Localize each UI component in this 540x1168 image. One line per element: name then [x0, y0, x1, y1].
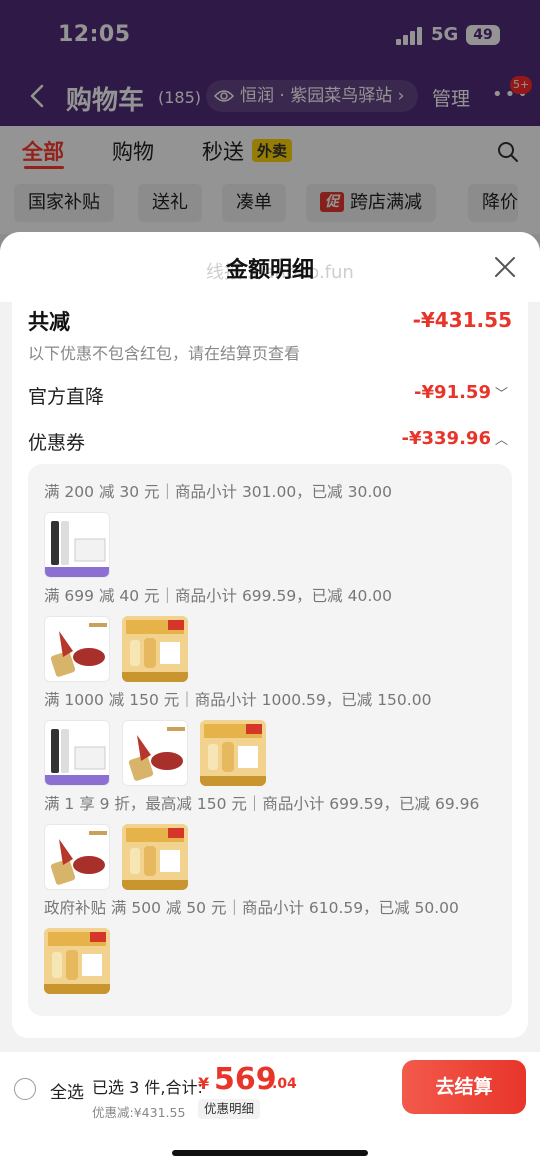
official-discount-row[interactable]: -¥91.59 ﹀ [414, 382, 508, 403]
discount-card: 共减 -¥431.55 以下优惠不包含红包，请在结算页查看 官方直降 -¥91.… [12, 302, 528, 1038]
checkout-button[interactable]: 去结算 [402, 1060, 526, 1114]
select-all-checkbox[interactable] [14, 1078, 36, 1100]
amount-detail-sheet: 线报 xianbao.fun 金额明细 共减 -¥431.55 以下优惠不包含红… [0, 232, 540, 1168]
product-thumbnail-lipstick[interactable] [44, 824, 110, 890]
coupon-rules: 满 200 减 30 元｜商品小计 301.00，已减 30.00 满 699 减… [28, 464, 512, 1016]
product-thumbnail-gift-box[interactable] [200, 720, 266, 786]
selected-summary: 已选 3 件,合计: [92, 1078, 203, 1097]
discount-note: 以下优惠不包含红包，请在结算页查看 [28, 344, 301, 363]
product-thumbnail-lipstick[interactable] [122, 720, 188, 786]
coupon-label: 优惠券 [28, 432, 86, 454]
coupon-row[interactable]: -¥339.96 ︿ [402, 428, 508, 449]
total-discount-label: 共减 [28, 310, 70, 334]
product-thumbnail-gift-box[interactable] [122, 824, 188, 890]
sheet-title: 金额明细 [225, 258, 314, 283]
chevron-up-icon: ︿ [494, 433, 508, 448]
close-icon[interactable] [494, 256, 516, 278]
coupon-rule-text: 满 1 享 9 折，最高减 150 元｜商品小计 699.59，已减 69.96 [44, 795, 480, 813]
sheet-header: 线报 xianbao.fun 金额明细 [0, 232, 540, 302]
discount-summary: 优惠减:¥431.55 [92, 1105, 186, 1120]
product-thumbnail-gift-box[interactable] [44, 928, 110, 994]
discount-detail-button[interactable]: 优惠明细 [198, 1099, 261, 1119]
coupon-rule-text: 满 200 减 30 元｜商品小计 301.00，已减 30.00 [44, 483, 392, 501]
product-thumbnail-serum-set[interactable] [44, 720, 110, 786]
coupon-rule-text: 满 1000 减 150 元｜商品小计 1000.59，已减 150.00 [44, 691, 432, 709]
coupon-rule-text: 满 699 减 40 元｜商品小计 699.59，已减 40.00 [44, 587, 392, 605]
checkout-bar: 全选 已选 3 件,合计: ¥ 569 .04 优惠减:¥431.55 优惠明细… [0, 1052, 540, 1168]
product-thumbnail-gift-box[interactable] [122, 616, 188, 682]
product-thumbnail-serum-set[interactable] [44, 512, 110, 578]
home-indicator [172, 1150, 368, 1156]
select-all-label[interactable]: 全选 [50, 1078, 84, 1103]
product-thumbnail-lipstick[interactable] [44, 616, 110, 682]
coupon-rule-text: 政府补贴 满 500 减 50 元｜商品小计 610.59，已减 50.00 [44, 899, 459, 917]
official-discount-label: 官方直降 [28, 386, 105, 408]
currency-symbol: ¥ [198, 1074, 210, 1093]
total-price-decimal: .04 [272, 1076, 297, 1092]
total-price-integer: 569 [214, 1062, 277, 1097]
total-discount-amount: -¥431.55 [412, 308, 512, 332]
chevron-down-icon: ﹀ [494, 387, 508, 402]
